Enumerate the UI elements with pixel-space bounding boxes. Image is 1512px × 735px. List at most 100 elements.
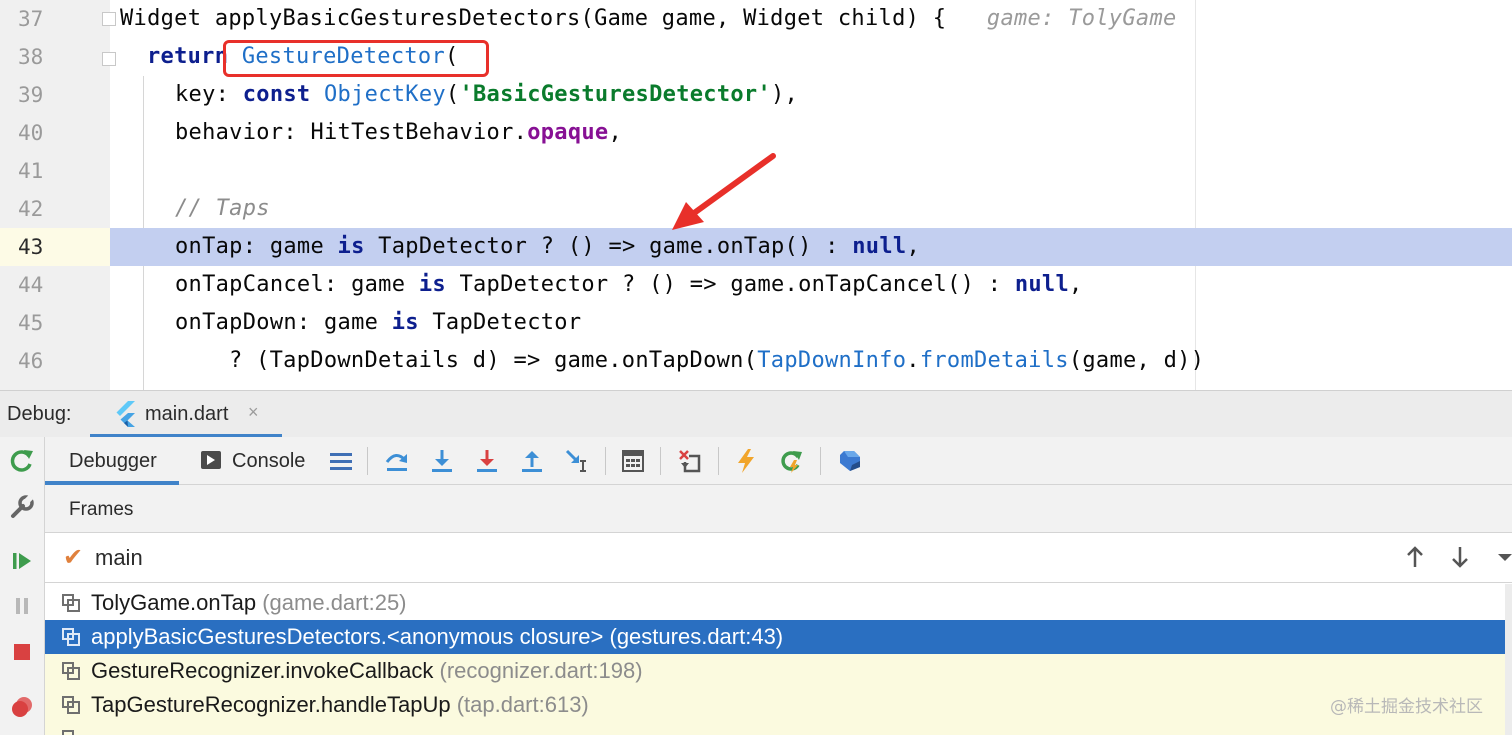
frame-location: (tap.dart:613) [456, 692, 589, 717]
dart-devtools-icon[interactable] [834, 446, 864, 476]
fold-marker-icon[interactable] [102, 52, 116, 66]
line-number: 38 [18, 45, 44, 69]
tab-debugger[interactable]: Debugger [45, 437, 179, 485]
force-step-into-icon[interactable] [472, 446, 502, 476]
frame-method: TolyGame.onTap [91, 590, 257, 615]
keyword: return [147, 44, 229, 69]
tab-label: main.dart [145, 403, 229, 425]
stack-frames-list: TolyGame.onTap (game.dart:25) applyBasic… [45, 584, 1512, 735]
frame-icon [62, 594, 80, 612]
check-icon: ✔ [63, 544, 84, 571]
toolbar-separator [367, 447, 368, 475]
code-line-44[interactable]: 44 onTapCancel: game is TapDetector ? ()… [0, 266, 1512, 304]
stack-frame[interactable]: TolyGame.onTap (game.dart:25) [45, 586, 1505, 620]
frame-method: TapGestureRecognizer.handleTapUp [91, 692, 451, 717]
toolbar-separator [605, 447, 606, 475]
stack-frame[interactable]: TapGestureRecognizer.handleTapUp (tap.da… [45, 688, 1505, 722]
toolbar-separator [660, 447, 661, 475]
keyword: is [418, 272, 446, 297]
tab-main-dart[interactable]: main.dart × [90, 391, 282, 438]
frames-scrollbar[interactable] [1505, 584, 1512, 735]
annotation-arrow-icon [672, 153, 776, 230]
code-line-40[interactable]: 40 behavior: HitTestBehavior.opaque, [0, 114, 1512, 152]
rerun-icon[interactable] [6, 445, 38, 477]
fold-marker-icon[interactable] [102, 12, 116, 26]
inlay-hint: game: TolyGame [986, 6, 1177, 31]
line-number: 45 [18, 311, 44, 335]
pause-icon[interactable] [6, 590, 38, 622]
run-to-cursor-icon[interactable] [562, 446, 592, 476]
enum-value: opaque [527, 120, 609, 145]
drop-frame-icon[interactable] [675, 446, 705, 476]
debug-side-toolbar [0, 437, 45, 735]
code-editor[interactable]: 37 Widget applyBasicGesturesDetectors(Ga… [0, 0, 1512, 390]
frame-icon [62, 696, 80, 714]
keyword: const [242, 82, 311, 107]
code-comment: // Taps [175, 196, 270, 221]
line-number: 41 [18, 159, 44, 183]
method-name: fromDetails [919, 348, 1069, 373]
stack-frame-partially-visible[interactable] [45, 722, 1505, 735]
code-line-46[interactable]: 46 ? (TapDownDetails d) => game.onTapDow… [0, 342, 1512, 380]
keyword: is [337, 234, 365, 259]
hot-restart-icon[interactable] [776, 446, 806, 476]
step-over-icon[interactable] [382, 446, 412, 476]
line-number: 44 [18, 273, 44, 297]
string-literal: 'BasicGesturesDetector' [459, 82, 772, 107]
line-number: 46 [18, 349, 44, 373]
debug-label: Debug: [7, 403, 72, 425]
code-line-45[interactable]: 45 onTapDown: game is TapDetector [0, 304, 1512, 342]
stop-icon[interactable] [6, 636, 38, 668]
code-text: Widget applyBasicGesturesDetectors(Game … [120, 6, 947, 31]
watermark: @稀土掘金技术社区 [1330, 697, 1483, 717]
frame-location: (game.dart:25) [262, 590, 407, 615]
line-number: 37 [18, 7, 44, 31]
thread-selector[interactable]: ✔ main [45, 533, 1512, 583]
debug-tool-window-header: Debug: main.dart × [0, 390, 1512, 438]
toolbar-separator [718, 447, 719, 475]
frames-panel-header: Frames [45, 485, 1512, 533]
keyword: is [391, 310, 419, 335]
view-breakpoints-icon[interactable] [6, 691, 38, 723]
frame-location: (gestures.dart:43) [609, 624, 784, 649]
step-into-icon[interactable] [427, 446, 457, 476]
frame-method: GestureRecognizer.invokeCallback [91, 658, 434, 683]
frame-icon [62, 628, 80, 646]
previous-frame-arrow-up-icon[interactable] [1400, 541, 1430, 573]
flutter-icon [116, 401, 135, 427]
tab-console-label: Console [232, 450, 306, 472]
class-name: ObjectKey [324, 82, 446, 107]
frame-icon [62, 662, 80, 680]
stack-frame[interactable]: GestureRecognizer.invokeCallback (recogn… [45, 654, 1505, 688]
line-number: 40 [18, 121, 44, 145]
wrench-icon[interactable] [6, 491, 38, 523]
class-name: TapDownInfo [757, 348, 907, 373]
close-icon[interactable]: × [248, 402, 259, 423]
step-out-icon[interactable] [517, 446, 547, 476]
debugger-toolbar: Debugger Console [45, 437, 1512, 485]
chevron-down-icon[interactable] [1490, 541, 1512, 573]
keyword: null [1014, 272, 1069, 297]
line-number: 39 [18, 83, 44, 107]
tab-console[interactable]: Console [195, 437, 325, 485]
frame-icon [62, 730, 80, 735]
keyword: null [852, 234, 907, 259]
thread-name: main [95, 545, 143, 570]
code-line-37[interactable]: 37 Widget applyBasicGesturesDetectors(Ga… [0, 0, 1512, 38]
menu-icon[interactable] [326, 446, 356, 476]
frame-method: applyBasicGesturesDetectors.<anonymous c… [91, 624, 604, 649]
tab-debugger-label: Debugger [69, 450, 157, 472]
hot-reload-icon[interactable] [731, 446, 761, 476]
frames-title: Frames [69, 499, 134, 520]
line-number: 43 [0, 228, 110, 266]
code-line-39[interactable]: 39 key: const ObjectKey('BasicGesturesDe… [0, 76, 1512, 114]
console-icon [201, 451, 221, 469]
line-number: 42 [18, 197, 44, 221]
annotation-highlight-box [223, 40, 489, 77]
stack-frame-selected[interactable]: applyBasicGesturesDetectors.<anonymous c… [45, 620, 1505, 654]
evaluate-expression-icon[interactable] [618, 446, 648, 476]
resume-icon[interactable] [6, 545, 38, 577]
next-frame-arrow-down-icon[interactable] [1445, 541, 1475, 573]
toolbar-separator [820, 447, 821, 475]
frame-location: (recognizer.dart:198) [439, 658, 643, 683]
